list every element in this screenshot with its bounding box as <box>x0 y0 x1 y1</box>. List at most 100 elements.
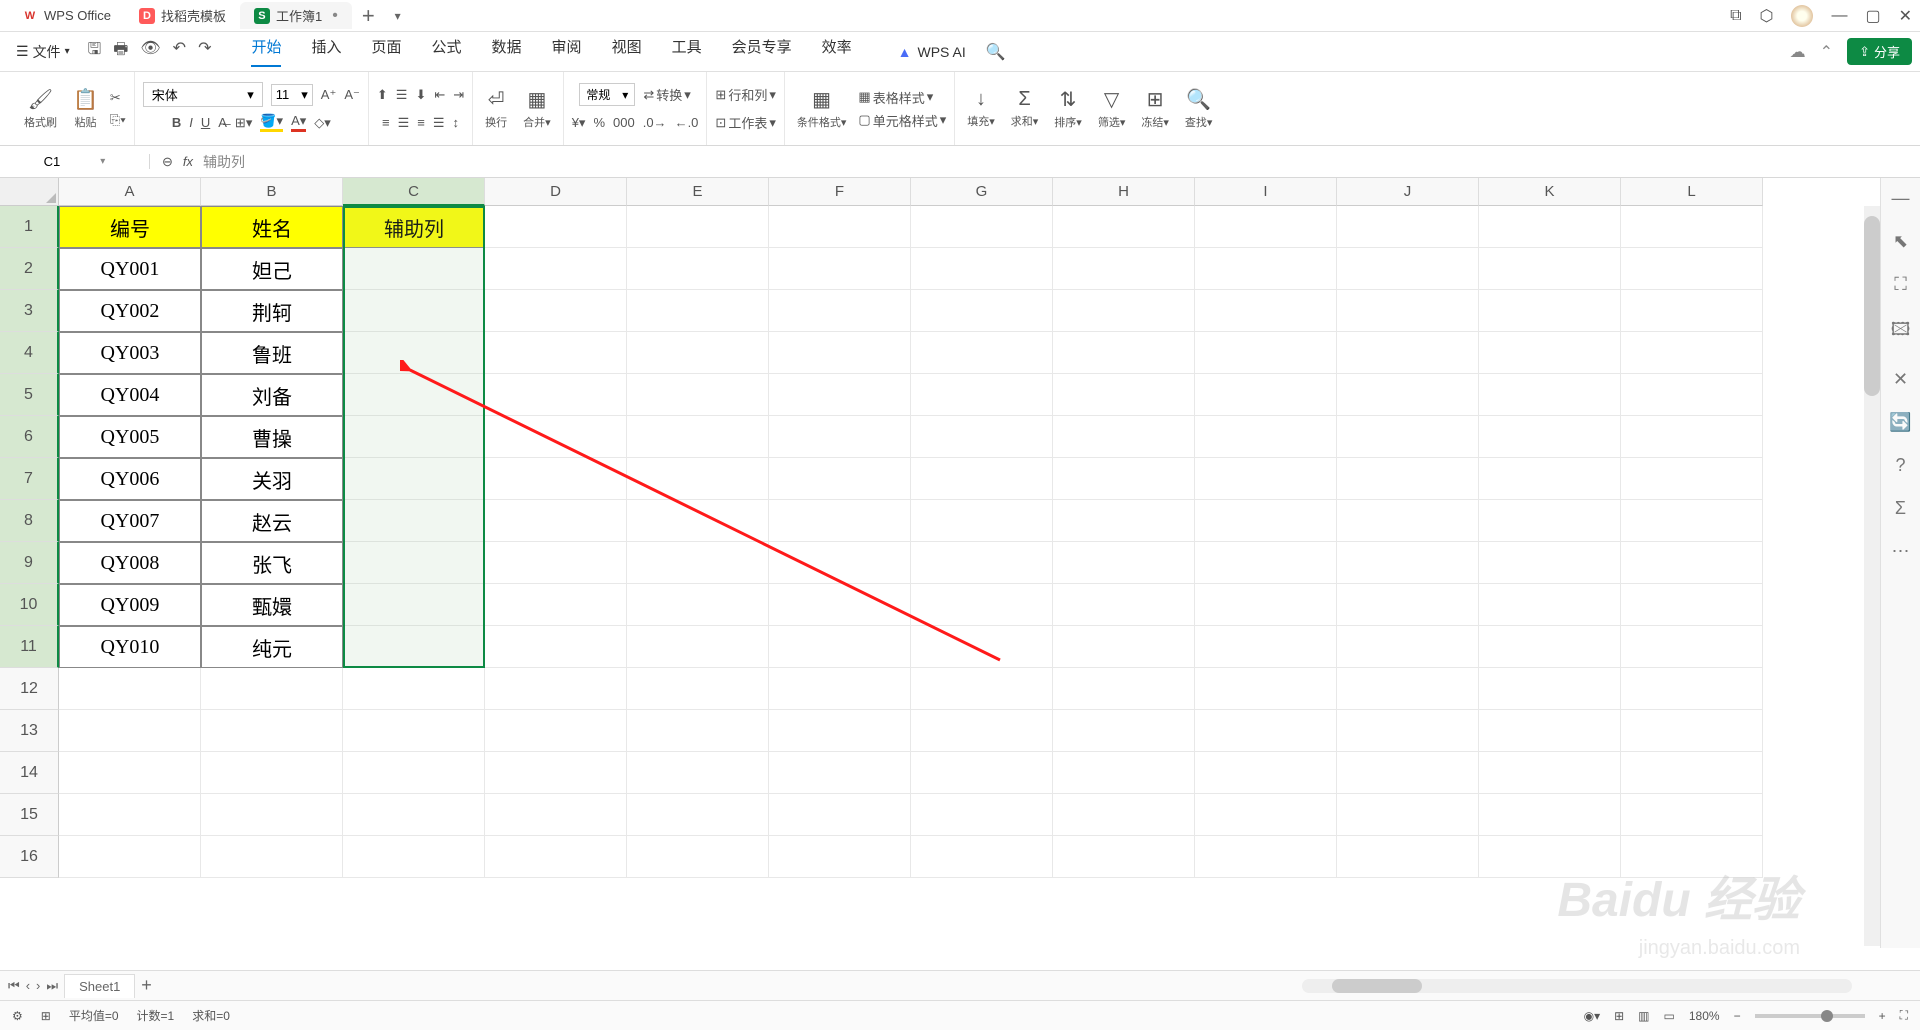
translate-icon[interactable]: 🖾 <box>1891 317 1911 347</box>
cell[interactable] <box>1479 794 1621 836</box>
settings-icon[interactable]: ⚙ <box>12 1009 23 1023</box>
cell[interactable] <box>485 206 627 248</box>
cell[interactable] <box>1621 626 1763 668</box>
column-header[interactable]: I <box>1195 178 1337 206</box>
percent-button[interactable]: % <box>593 115 605 130</box>
row-header[interactable]: 14 <box>0 752 59 794</box>
print-preview-icon[interactable]: 👁 <box>140 38 160 65</box>
cell[interactable] <box>485 290 627 332</box>
cell[interactable] <box>1195 458 1337 500</box>
font-color-button[interactable]: A▾ <box>291 113 306 132</box>
multi-window-icon[interactable]: ⧉ <box>1730 7 1741 25</box>
align-top-button[interactable]: ⬆ <box>377 87 388 103</box>
cell[interactable] <box>1195 668 1337 710</box>
reading-view-icon[interactable]: ▭ <box>1664 1009 1675 1023</box>
avatar[interactable] <box>1791 5 1813 27</box>
cell[interactable] <box>1053 584 1195 626</box>
tab-workbook[interactable]: S 工作簿1 • <box>240 2 352 29</box>
find-button[interactable]: 🔍查找▾ <box>1181 85 1217 132</box>
cell[interactable]: QY001 <box>59 248 201 290</box>
cell[interactable]: 鲁班 <box>201 332 343 374</box>
horizontal-scrollbar[interactable] <box>1302 979 1852 993</box>
row-header[interactable]: 15 <box>0 794 59 836</box>
cell[interactable] <box>627 206 769 248</box>
cell[interactable] <box>1479 752 1621 794</box>
cell[interactable] <box>485 374 627 416</box>
replace-icon[interactable]: 🔄 <box>1889 412 1911 433</box>
bold-button[interactable]: B <box>172 115 181 130</box>
cell[interactable] <box>1195 332 1337 374</box>
decrease-font-button[interactable]: A⁻ <box>344 87 360 103</box>
cell[interactable] <box>1621 290 1763 332</box>
cell[interactable] <box>343 374 485 416</box>
cell[interactable] <box>1053 668 1195 710</box>
cell[interactable] <box>1053 332 1195 374</box>
orientation-button[interactable]: ↕ <box>453 115 460 130</box>
normal-view-icon[interactable]: ⊞ <box>1614 1009 1624 1023</box>
zoom-in-button[interactable]: + <box>1879 1009 1886 1023</box>
cell[interactable] <box>627 374 769 416</box>
view-icon[interactable]: ◉▾ <box>1584 1009 1601 1023</box>
cell[interactable]: 甄嬛 <box>201 584 343 626</box>
print-icon[interactable]: 🖶 <box>113 38 128 65</box>
scrollbar-thumb[interactable] <box>1864 216 1880 396</box>
row-header[interactable]: 2 <box>0 248 59 290</box>
cell[interactable] <box>485 584 627 626</box>
cell[interactable]: QY008 <box>59 542 201 584</box>
cell[interactable] <box>1337 416 1479 458</box>
column-header[interactable]: L <box>1621 178 1763 206</box>
cell[interactable] <box>343 626 485 668</box>
cell[interactable] <box>627 626 769 668</box>
format-painter-button[interactable]: 🖌格式刷 <box>20 85 61 132</box>
cell[interactable] <box>1053 416 1195 458</box>
minimize-button[interactable]: — <box>1831 7 1847 25</box>
cell[interactable] <box>627 752 769 794</box>
cell[interactable] <box>1621 248 1763 290</box>
cell[interactable]: 姓名 <box>201 206 343 248</box>
cell[interactable] <box>769 374 911 416</box>
cell[interactable] <box>1621 206 1763 248</box>
add-tab-button[interactable]: + <box>352 3 385 29</box>
cell[interactable] <box>485 248 627 290</box>
cell[interactable] <box>343 668 485 710</box>
cell[interactable] <box>485 542 627 584</box>
filter-button[interactable]: ▽筛选▾ <box>1094 85 1130 132</box>
cell[interactable] <box>1053 836 1195 878</box>
tab-review[interactable]: 审阅 <box>552 36 582 67</box>
cell[interactable] <box>1337 710 1479 752</box>
search-icon[interactable]: 🔍 <box>986 42 1006 62</box>
cell[interactable] <box>1053 752 1195 794</box>
cell[interactable] <box>911 542 1053 584</box>
cell[interactable] <box>1337 500 1479 542</box>
cell[interactable] <box>59 752 201 794</box>
cell[interactable] <box>911 752 1053 794</box>
cell[interactable] <box>627 500 769 542</box>
cell[interactable] <box>627 668 769 710</box>
cell[interactable] <box>1621 668 1763 710</box>
cell[interactable] <box>1053 542 1195 584</box>
cell[interactable] <box>911 836 1053 878</box>
cell[interactable] <box>769 248 911 290</box>
cell[interactable] <box>1337 458 1479 500</box>
decrease-indent-button[interactable]: ⇤ <box>434 87 445 103</box>
font-family-select[interactable]: 宋体▾ <box>143 82 263 107</box>
row-col-button[interactable]: ⊞ 行和列▾ <box>715 85 775 104</box>
wps-ai-button[interactable]: ▲ WPS AI <box>898 44 966 60</box>
cell[interactable] <box>343 416 485 458</box>
cell[interactable] <box>343 542 485 584</box>
cell[interactable] <box>627 332 769 374</box>
cut-button[interactable]: ✂ <box>110 90 126 106</box>
cell[interactable] <box>485 458 627 500</box>
cell[interactable] <box>1337 374 1479 416</box>
cell[interactable]: QY005 <box>59 416 201 458</box>
cell[interactable] <box>911 248 1053 290</box>
tab-data[interactable]: 数据 <box>492 36 522 67</box>
row-header[interactable]: 11 <box>0 626 59 668</box>
fx-icon[interactable]: fx <box>183 154 193 169</box>
column-header[interactable]: A <box>59 178 201 206</box>
column-header[interactable]: G <box>911 178 1053 206</box>
cell[interactable] <box>343 836 485 878</box>
cell[interactable] <box>1053 290 1195 332</box>
cell[interactable] <box>911 458 1053 500</box>
sort-button[interactable]: ⇅排序▾ <box>1050 85 1086 132</box>
